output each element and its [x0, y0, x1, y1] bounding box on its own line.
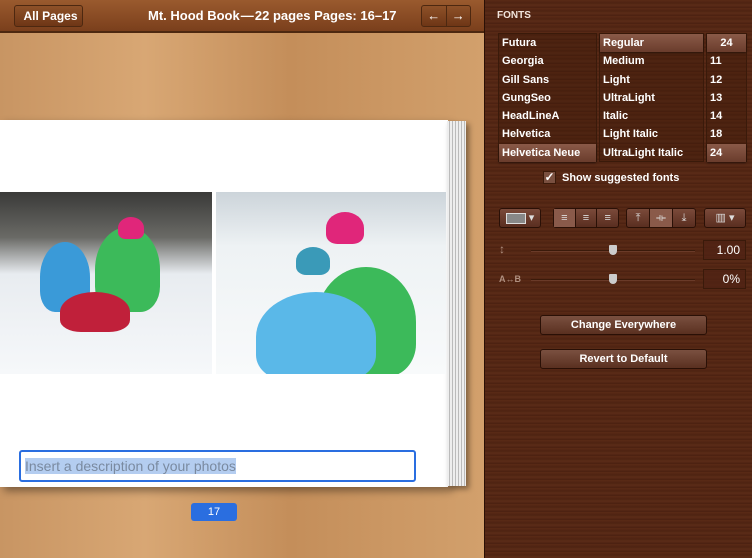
slider-thumb[interactable]	[609, 245, 617, 255]
line-spacing-slider[interactable]	[531, 245, 695, 255]
font-family-item-selected[interactable]: Helvetica Neue	[499, 143, 596, 163]
font-family-item[interactable]: Futura	[499, 34, 596, 52]
font-size-item[interactable]: 11	[707, 52, 746, 70]
font-size-list[interactable]: 24 11 12 13 14 18 24	[706, 33, 747, 163]
align-right-icon[interactable]: ≡	[596, 209, 618, 227]
checkmark-icon[interactable]: ✓	[543, 171, 556, 184]
font-size-input[interactable]: 24	[707, 34, 746, 53]
font-style-item-selected[interactable]: Regular	[600, 34, 703, 53]
show-suggested-fonts-checkbox[interactable]: ✓ Show suggested fonts	[543, 171, 679, 184]
font-size-item[interactable]: 18	[707, 125, 746, 143]
vertical-alignment-control: ⤒ ⟛ ⤓	[626, 208, 696, 228]
hat	[296, 247, 330, 275]
fonts-heading: FONTS	[497, 10, 531, 21]
pants	[60, 292, 130, 332]
align-bottom-icon[interactable]: ⤓	[672, 209, 695, 227]
font-style-item[interactable]: Italic	[600, 107, 703, 125]
text-color-button[interactable]: ▾	[499, 208, 541, 228]
show-suggested-fonts-label: Show suggested fonts	[562, 171, 680, 184]
font-size-item[interactable]: 13	[707, 89, 746, 107]
color-swatch-icon	[505, 212, 526, 224]
next-page-button[interactable]: →	[445, 6, 471, 26]
prev-page-button[interactable]: ←	[422, 6, 446, 26]
child-figure	[256, 292, 376, 374]
line-spacing-value[interactable]: 1.00	[703, 240, 746, 260]
alignment-control: ≡ ≡ ≡	[553, 208, 619, 228]
font-family-list[interactable]: Futura Georgia Gill Sans GungSeo HeadLin…	[498, 33, 597, 163]
font-style-item[interactable]: Medium	[600, 52, 703, 70]
all-pages-button[interactable]: All Pages	[14, 5, 83, 27]
description-field[interactable]: Insert a description of your photos	[19, 450, 416, 482]
char-spacing-icon: A↔B	[499, 274, 521, 284]
font-style-list[interactable]: Regular Medium Light UltraLight Italic L…	[599, 33, 704, 162]
change-everywhere-button[interactable]: Change Everywhere	[540, 315, 707, 335]
hat	[118, 217, 144, 239]
page-number-badge: 17	[191, 503, 237, 521]
font-style-item[interactable]: Light	[600, 71, 703, 89]
photo-girls-in-snow[interactable]	[216, 192, 446, 374]
font-style-item[interactable]: UltraLight Italic	[600, 144, 703, 162]
char-spacing-slider[interactable]	[531, 274, 695, 284]
font-family-item[interactable]: Helvetica	[499, 125, 596, 143]
font-size-item[interactable]: 12	[707, 71, 746, 89]
top-bar: All Pages Mt. Hood Book — 22 pages Pages…	[0, 0, 484, 33]
font-style-item[interactable]: UltraLight	[600, 89, 703, 107]
book-title: Mt. Hood Book — 22 pages Pages: 16–17	[148, 8, 397, 23]
align-middle-icon[interactable]: ⟛	[649, 209, 672, 227]
columns-icon: ▥ ▾	[715, 212, 735, 224]
page-nav: ← →	[421, 5, 471, 27]
char-spacing-value[interactable]: 0%	[703, 269, 746, 289]
font-size-item-selected[interactable]: 24	[707, 143, 746, 163]
slider-thumb[interactable]	[609, 274, 617, 284]
align-center-icon[interactable]: ≡	[574, 209, 597, 227]
align-left-icon[interactable]: ≡	[554, 209, 575, 227]
font-style-item[interactable]: Light Italic	[600, 125, 703, 143]
font-family-item[interactable]: Georgia	[499, 52, 596, 70]
hat	[326, 212, 364, 244]
font-size-item[interactable]: 14	[707, 107, 746, 125]
align-top-icon[interactable]: ⤒	[627, 209, 649, 227]
font-family-item[interactable]: HeadLineA	[499, 107, 596, 125]
description-text: Insert a description of your photos	[25, 458, 236, 474]
fonts-panel: FONTS Futura Georgia Gill Sans GungSeo H…	[484, 0, 752, 558]
revert-to-default-button[interactable]: Revert to Default	[540, 349, 707, 369]
photo-sledding-kids[interactable]	[0, 192, 212, 374]
columns-button[interactable]: ▥ ▾	[704, 208, 746, 228]
font-family-item[interactable]: Gill Sans	[499, 71, 596, 89]
page-edges	[447, 121, 466, 486]
line-spacing-icon: ↕	[499, 242, 505, 256]
font-family-item[interactable]: GungSeo	[499, 89, 596, 107]
